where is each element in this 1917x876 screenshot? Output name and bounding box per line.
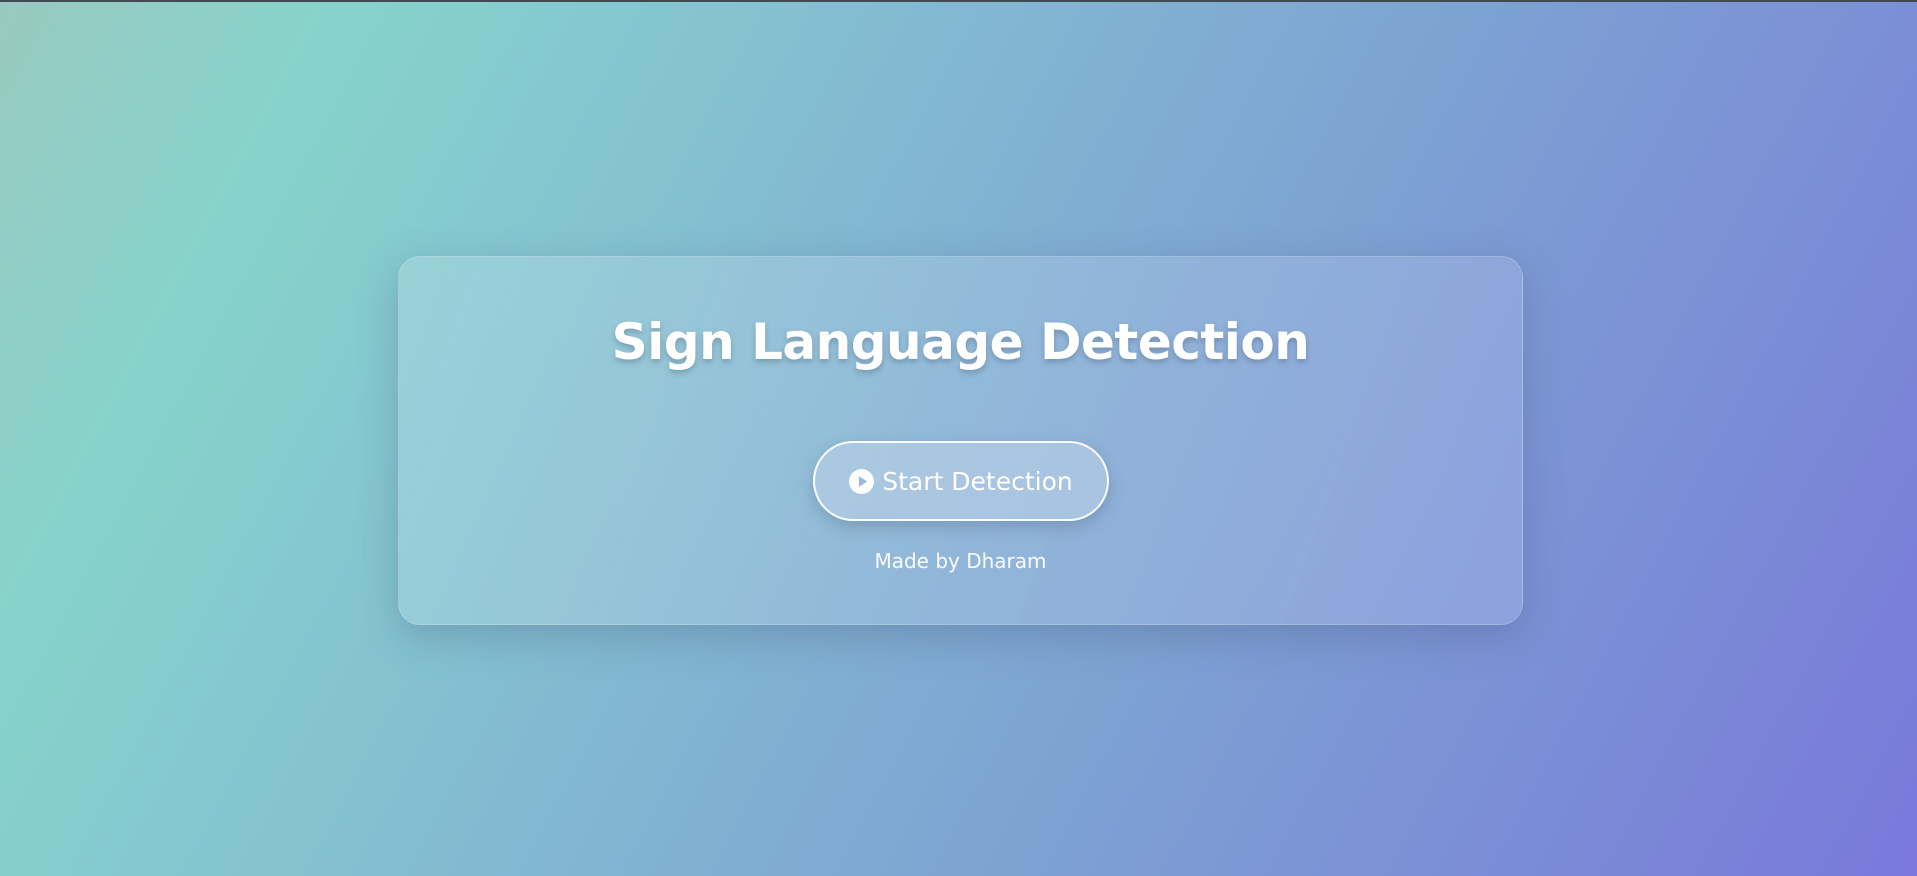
main-card: Sign Language Detection Start Detection … bbox=[398, 256, 1523, 625]
window-top-border bbox=[0, 0, 1917, 2]
start-detection-button[interactable]: Start Detection bbox=[813, 441, 1109, 521]
credit-text: Made by Dharam bbox=[874, 549, 1047, 573]
play-circle-icon bbox=[849, 468, 875, 494]
page-title: Sign Language Detection bbox=[611, 313, 1310, 371]
start-detection-label: Start Detection bbox=[882, 466, 1073, 496]
